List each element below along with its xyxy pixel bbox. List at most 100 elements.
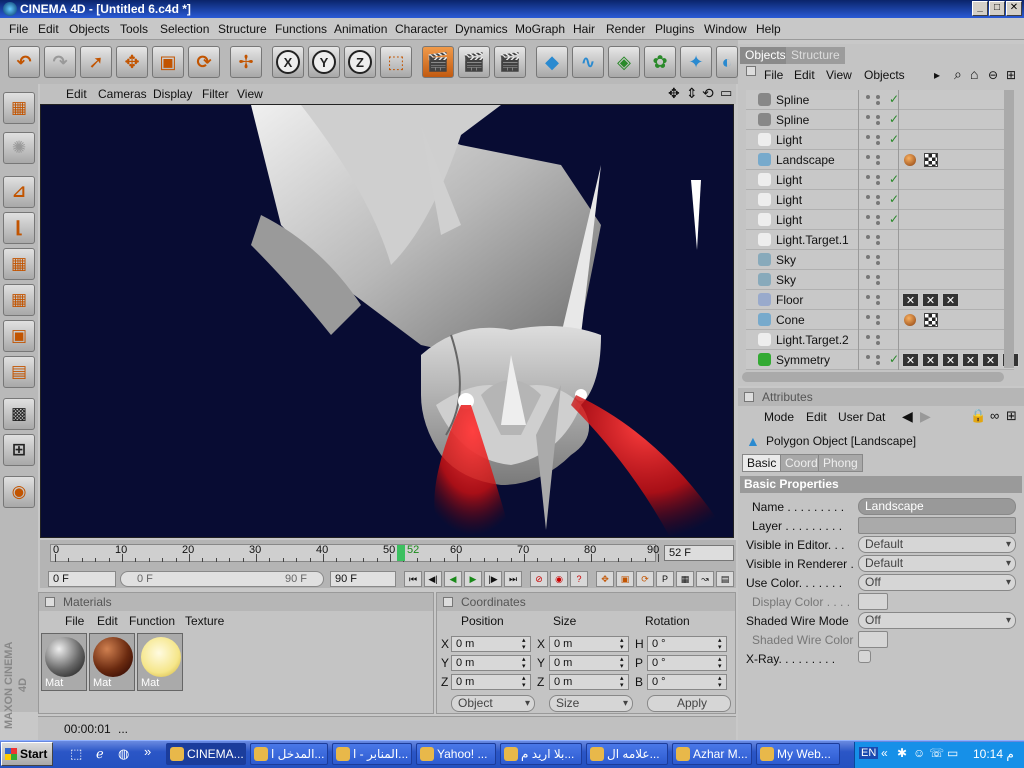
viewport-menu-cameras[interactable]: Cameras	[98, 87, 147, 101]
menu-arrow-icon[interactable]: ▸	[934, 68, 940, 82]
use-color-select[interactable]: Off	[858, 574, 1016, 591]
quicklaunch-ie-icon[interactable]: ℯ	[96, 746, 104, 762]
x-tag-icon[interactable]: ✕	[942, 293, 959, 307]
scale-tool-button[interactable]: ▣	[152, 46, 184, 78]
object-row[interactable]: Light ✓	[746, 170, 1014, 190]
texture-tag-icon[interactable]	[924, 153, 938, 167]
menu-character[interactable]: Character	[395, 22, 448, 36]
x-tag-icon[interactable]: ✕	[962, 353, 979, 367]
menu-mograph[interactable]: MoGraph	[515, 22, 565, 36]
size-mode-select[interactable]: Size	[549, 695, 633, 712]
object-row[interactable]: Sky	[746, 270, 1014, 290]
x-tag-icon[interactable]: ✕	[922, 293, 939, 307]
tab-phong[interactable]: Phong	[818, 454, 863, 472]
goto-start-button[interactable]: ⏮	[404, 571, 422, 587]
menu-selection[interactable]: Selection	[160, 22, 209, 36]
xray-checkbox[interactable]	[858, 650, 871, 663]
visibility-dots-icon[interactable]	[866, 175, 870, 179]
tray-network-icon[interactable]: ✱	[897, 746, 907, 760]
viewport-menu-view[interactable]: View	[237, 87, 263, 101]
viewport-menu-edit[interactable]: Edit	[66, 87, 87, 101]
material-swatch[interactable]: Mat	[41, 633, 87, 691]
add-scene-button[interactable]: ◐	[716, 46, 738, 78]
tray-expand-icon[interactable]: «	[881, 746, 888, 760]
object-row[interactable]: Light.Target.2	[746, 330, 1014, 350]
forward-arrow-icon[interactable]: ▶	[920, 408, 931, 425]
home-icon[interactable]: ⌂	[970, 66, 978, 82]
visibility-dots-icon[interactable]	[866, 355, 870, 359]
object-row[interactable]: Light ✓	[746, 190, 1014, 210]
visibility-dots-icon[interactable]	[866, 275, 870, 279]
y-axis-lock-button[interactable]: Y	[308, 46, 340, 78]
quicklaunch-browser-icon[interactable]: ◍	[118, 746, 129, 762]
next-frame-button[interactable]: |▶	[484, 571, 502, 587]
visible-renderer-select[interactable]: Default	[858, 555, 1016, 572]
maximize-button[interactable]: □	[989, 1, 1005, 16]
x-tag-icon[interactable]: ✕	[922, 353, 939, 367]
play-button[interactable]: ▶	[464, 571, 482, 587]
menu-render[interactable]: Render	[606, 22, 645, 36]
position-x-field[interactable]: 0 m	[451, 636, 531, 652]
goto-end-button[interactable]: ⏭	[504, 571, 522, 587]
use-points-button[interactable]: ▦	[3, 248, 35, 280]
layer-field[interactable]	[858, 517, 1016, 534]
menu-help[interactable]: Help	[756, 22, 781, 36]
preview-range-slider[interactable]: 0 F 90 F	[120, 571, 324, 587]
materials-menu-edit[interactable]: Edit	[97, 614, 118, 628]
add-array-button[interactable]: ✿	[644, 46, 676, 78]
render-settings-button[interactable]: 🎬	[494, 46, 526, 78]
taskbar-button[interactable]: My Web...	[756, 743, 840, 765]
taskbar-button[interactable]: المنابر - ا...	[332, 743, 412, 765]
use-camera-button[interactable]: ▦	[3, 92, 35, 124]
object-row[interactable]: Light.Target.1	[746, 230, 1014, 250]
size-y-field[interactable]: 0 m	[549, 655, 629, 671]
visibility-dots-icon[interactable]	[866, 335, 870, 339]
object-row[interactable]: Symmetry✓✕✕✕✕✕✕	[746, 350, 1019, 370]
lock-icon[interactable]: 🔒	[970, 408, 986, 424]
rotation-b-field[interactable]: 0 °	[647, 674, 727, 690]
menu-hair[interactable]: Hair	[573, 22, 595, 36]
material-swatch[interactable]: Mat	[89, 633, 135, 691]
menu-functions[interactable]: Functions	[275, 22, 327, 36]
use-polygons-button[interactable]: ▣	[3, 320, 35, 352]
panel-toggle-icon[interactable]	[746, 66, 756, 76]
menu-file[interactable]: File	[9, 22, 28, 36]
taskbar-button[interactable]: المدخل ا...	[250, 743, 328, 765]
x-axis-lock-button[interactable]: X	[272, 46, 304, 78]
menu-plugins[interactable]: Plugins	[655, 22, 694, 36]
visibility-dots-icon[interactable]	[866, 135, 870, 139]
use-animation-button[interactable]: ◉	[3, 476, 35, 508]
display-color-swatch[interactable]	[858, 593, 888, 610]
visibility-dots-icon[interactable]	[866, 315, 870, 319]
panel-toggle-icon[interactable]	[443, 597, 453, 607]
quicklaunch-more-icon[interactable]: »	[144, 744, 151, 759]
add-spline-button[interactable]: ∿	[572, 46, 604, 78]
visibility-dots-icon[interactable]	[866, 195, 870, 199]
scheme-button[interactable]: ▤	[716, 571, 734, 587]
taskbar-button[interactable]: بلا اريد م...	[500, 743, 582, 765]
object-row[interactable]: Sky	[746, 250, 1014, 270]
apply-button[interactable]: Apply	[647, 695, 731, 712]
link-icon[interactable]: ∞	[990, 408, 999, 423]
tab-objects[interactable]: Objects	[740, 47, 791, 64]
key-pla-button[interactable]: ▦	[676, 571, 694, 587]
taskbar-button[interactable]: Azhar M...	[672, 743, 752, 765]
use-edges-button[interactable]: ▦	[3, 284, 35, 316]
current-frame-field[interactable]: 52 F	[664, 545, 734, 561]
autokey-button[interactable]: ◉	[550, 571, 568, 587]
viewport-move-icon[interactable]: ✥	[668, 85, 680, 102]
key-scale-button[interactable]: ▣	[616, 571, 634, 587]
menu-dynamics[interactable]: Dynamics	[455, 22, 508, 36]
shaded-wire-mode-select[interactable]: Off	[858, 612, 1016, 629]
visibility-dots-icon[interactable]	[866, 255, 870, 259]
render-view-button[interactable]: 🎬	[422, 46, 454, 78]
materials-menu-texture[interactable]: Texture	[185, 614, 224, 628]
redo-button[interactable]: ↷	[44, 46, 76, 78]
use-object-tool-button[interactable]: ⊿	[3, 176, 35, 208]
visibility-dots-icon[interactable]	[866, 235, 870, 239]
use-texture-axis-button[interactable]: ⊞	[3, 434, 35, 466]
attributes-menu-userdata[interactable]: User Dat	[838, 410, 885, 424]
size-z-field[interactable]: 0 m	[549, 674, 629, 690]
timeline-ruler[interactable]: 0 10 20 30 40 50 52 60 70 80 90	[50, 544, 659, 562]
viewport-menu-filter[interactable]: Filter	[202, 87, 229, 101]
